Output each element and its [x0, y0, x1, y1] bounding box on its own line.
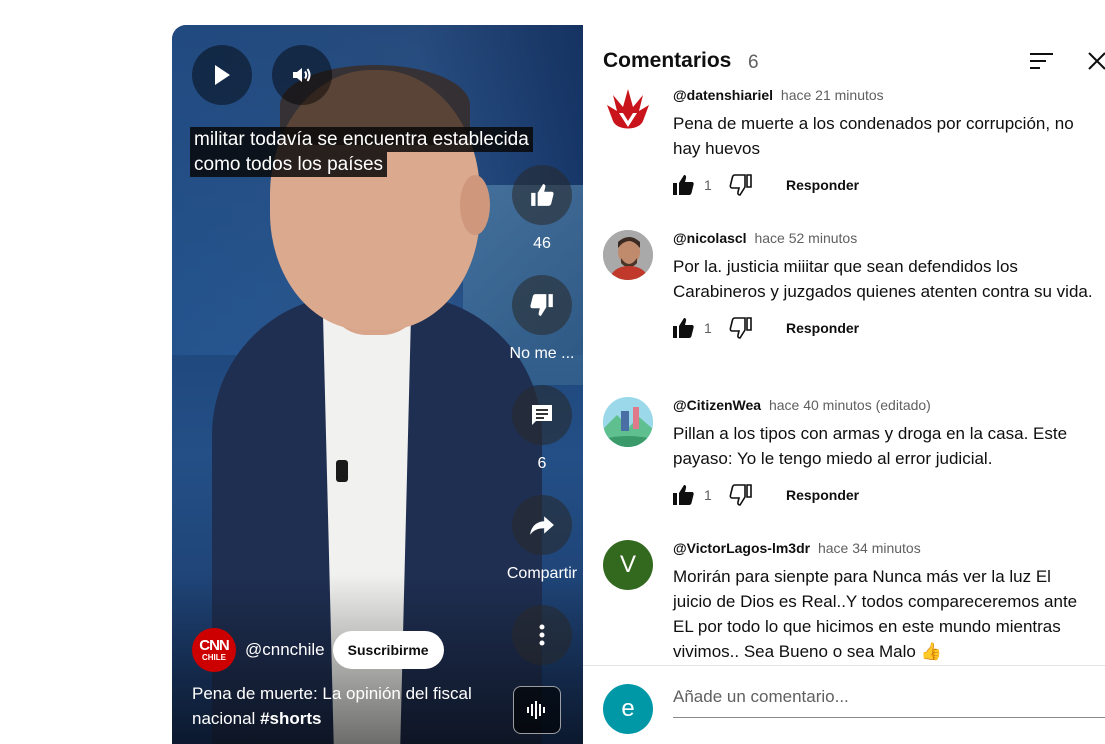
comment-body: @nicolascl hace 52 minutos Por la. justi…: [673, 230, 1093, 344]
comment-body: @VictorLagos-lm3dr hace 34 minutos Morir…: [673, 540, 1093, 664]
comments-list[interactable]: @datenshiariel hace 21 minutos Pena de m…: [583, 87, 1105, 665]
channel-logo-line1: CNN: [199, 636, 229, 654]
sort-icon[interactable]: [1029, 51, 1055, 71]
comment-meta: @datenshiariel hace 21 minutos: [673, 87, 1093, 103]
share-label: Compartir: [506, 565, 578, 582]
comments-total: 6: [748, 52, 759, 73]
user-photo-icon: [603, 230, 653, 280]
comment-like-count: 1: [704, 487, 712, 503]
avatar[interactable]: e: [603, 684, 653, 734]
comments-button[interactable]: [512, 385, 572, 445]
comment-time[interactable]: hace 52 minutos: [754, 230, 857, 246]
reply-button[interactable]: Responder: [786, 320, 859, 336]
avatar[interactable]: [603, 230, 653, 280]
comments-title: Comentarios: [603, 49, 732, 72]
play-icon: [215, 65, 230, 85]
comment-meta: @nicolascl hace 52 minutos: [673, 230, 1093, 246]
more-vertical-icon: [539, 624, 545, 646]
video-title[interactable]: Pena de muerte: La opinión del fiscal na…: [192, 681, 472, 731]
thumbs-down-icon[interactable]: [729, 483, 753, 507]
comment-author[interactable]: @datenshiariel: [673, 87, 773, 103]
like-count: 46: [533, 235, 551, 252]
caption-line-1: militar todavía se encuentra establecida: [190, 127, 533, 152]
thumbs-up-icon[interactable]: [671, 173, 695, 197]
channel-avatar[interactable]: CNN CHILE: [192, 628, 236, 672]
video-title-text: Pena de muerte: La opinión del fiscal na…: [192, 684, 472, 728]
composer-divider: [583, 665, 1105, 666]
share-button[interactable]: [512, 495, 572, 555]
comment-meta: @CitizenWea hace 40 minutos (editado): [673, 397, 1093, 413]
comment-time[interactable]: hace 40 minutos (editado): [769, 397, 931, 413]
landscape-avatar-icon: [603, 397, 653, 447]
comment-text: Pena de muerte a los condenados por corr…: [673, 114, 1074, 158]
comment-author[interactable]: @CitizenWea: [673, 397, 761, 413]
reply-button[interactable]: Responder: [786, 487, 859, 503]
comment-text: Morirán para sienpte para Nunca más ver …: [673, 567, 1078, 661]
channel-row: CNN CHILE @cnnchile Suscribirme: [192, 628, 444, 672]
thumbs-down-icon[interactable]: [729, 173, 753, 197]
like-button[interactable]: [512, 165, 572, 225]
channel-logo-line2: CHILE: [202, 652, 226, 662]
comment-actions: 1 Responder: [673, 483, 1093, 511]
avatar[interactable]: [603, 87, 653, 137]
thumbs-down-icon[interactable]: [729, 316, 753, 340]
more-action[interactable]: [502, 605, 582, 665]
audio-button[interactable]: [513, 686, 561, 734]
dislike-label: No me ...: [509, 345, 575, 362]
reply-button[interactable]: Responder: [786, 177, 859, 193]
caption-line-2: como todos los países: [190, 152, 388, 177]
subscribe-button[interactable]: Suscribirme: [332, 631, 444, 669]
shorts-hashtag[interactable]: #shorts: [260, 709, 321, 728]
thumbs-up-icon: [531, 184, 554, 206]
comment-time[interactable]: hace 21 minutos: [781, 87, 884, 103]
comment-author[interactable]: @VictorLagos-lm3dr: [673, 540, 810, 556]
close-icon[interactable]: [1087, 51, 1105, 71]
avatar[interactable]: [603, 397, 653, 447]
comment-author[interactable]: @nicolascl: [673, 230, 747, 246]
share-action[interactable]: Compartir: [502, 495, 582, 583]
comment-actions: 1 Responder: [673, 316, 1093, 344]
comment-time[interactable]: hace 34 minutos: [818, 540, 921, 556]
share-icon: [530, 516, 554, 535]
comment-meta: @VictorLagos-lm3dr hace 34 minutos: [673, 540, 1093, 556]
comment-text: Pillan a los tipos con armas y droga en …: [673, 424, 1068, 468]
video-captions: militar todavía se encuentra establecida…: [190, 127, 533, 177]
more-button[interactable]: [512, 605, 572, 665]
shorts-player[interactable]: militar todavía se encuentra establecida…: [172, 25, 583, 744]
comment-text: Por la. justicia miiitar que sean defend…: [673, 257, 1093, 301]
comment-like-count: 1: [704, 177, 712, 193]
comment-actions: 1 Responder: [673, 173, 1093, 201]
avatar[interactable]: V: [603, 540, 653, 590]
thumbs-up-icon[interactable]: [671, 483, 695, 507]
thumbs-up-icon[interactable]: [671, 316, 695, 340]
comments-count: 6: [537, 455, 547, 472]
dislike-action[interactable]: No me ...: [502, 275, 582, 363]
thumbs-down-icon: [530, 294, 553, 316]
comment-icon: [532, 405, 552, 425]
presenter-ear: [460, 175, 490, 235]
comments-panel: Comentarios 6 @datenshiariel hace 21 min…: [583, 25, 1105, 744]
audio-wave-icon: [527, 701, 545, 719]
channel-handle[interactable]: @cnnchile: [245, 640, 325, 660]
comment-body: @CitizenWea hace 40 minutos (editado) Pi…: [673, 397, 1093, 511]
lapel-mic: [336, 460, 348, 482]
dislike-button[interactable]: [512, 275, 572, 335]
add-comment-input[interactable]: Añade un comentario...: [673, 687, 1105, 718]
volume-button[interactable]: [272, 45, 332, 105]
comments-action[interactable]: 6: [502, 385, 582, 473]
play-button[interactable]: [192, 45, 252, 105]
flame-logo-icon: [607, 89, 649, 129]
comment-like-count: 1: [704, 320, 712, 336]
like-action[interactable]: 46: [502, 165, 582, 253]
volume-icon: [293, 68, 311, 82]
comment-body: @datenshiariel hace 21 minutos Pena de m…: [673, 87, 1093, 201]
